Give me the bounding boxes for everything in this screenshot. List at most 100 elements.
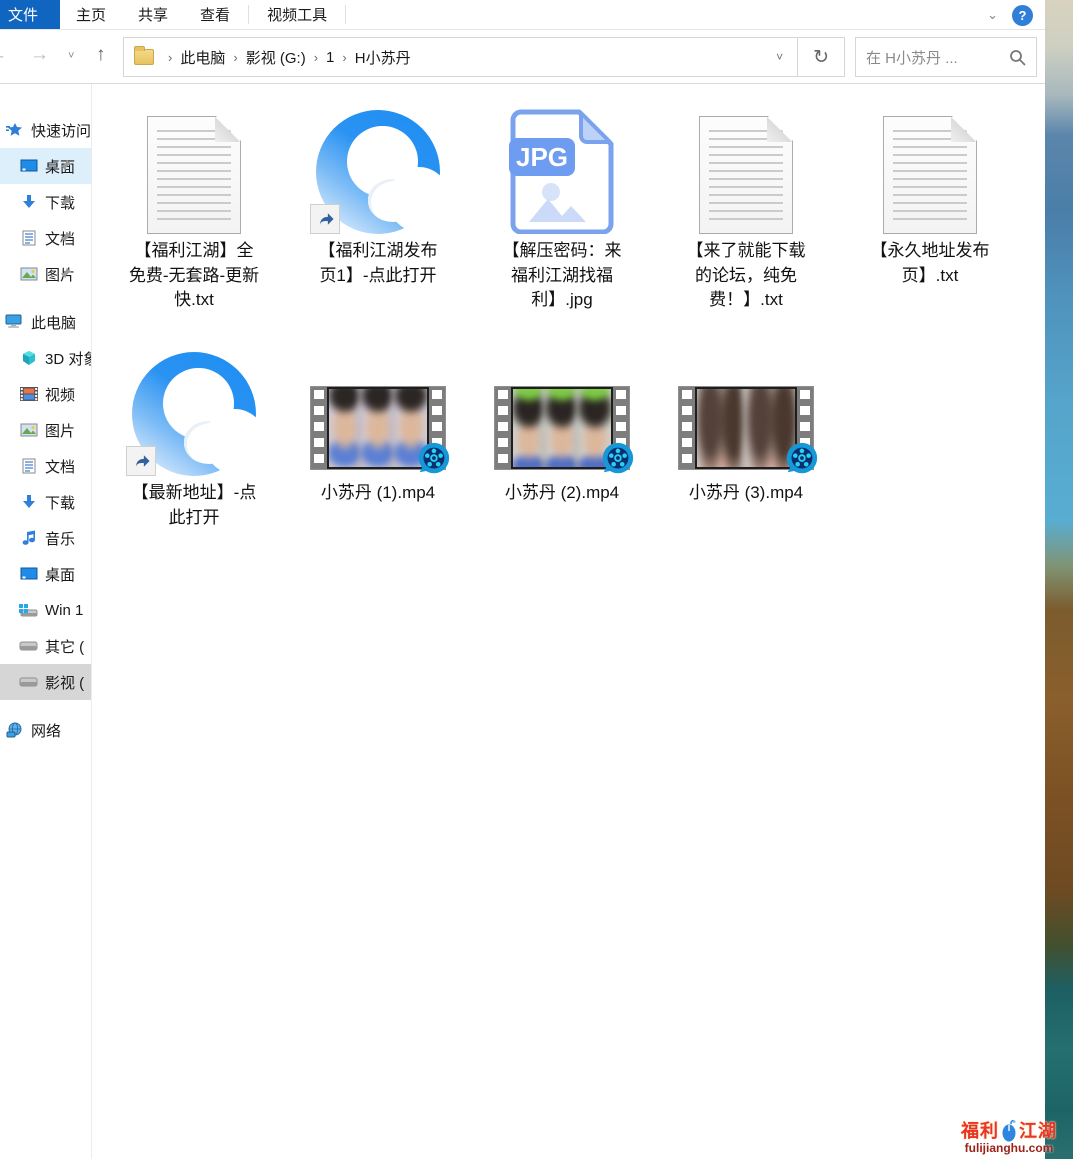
downloads-icon <box>19 494 38 511</box>
windows-drive-icon <box>19 602 38 619</box>
forward-icon[interactable]: → <box>30 44 49 66</box>
sidebar-item-desktop-pinned[interactable]: 桌面 <box>0 148 91 184</box>
desktop-icon <box>19 158 38 175</box>
search-icon[interactable] <box>1009 49 1026 66</box>
sidebar-item-music[interactable]: 音乐 <box>0 520 91 556</box>
sidebar-item-label: 快速访问 <box>31 120 91 141</box>
file-item[interactable]: 【福利江湖】全免费-无套路-更新快.txt <box>102 94 286 336</box>
sidebar-item-downloads-pinned[interactable]: 下载 <box>0 184 91 220</box>
sidebar-item-downloads[interactable]: 下载 <box>0 484 91 520</box>
desktop-icon <box>19 566 38 583</box>
sidebar-item-label: 3D 对象 <box>45 348 91 369</box>
text-file-icon <box>883 116 977 234</box>
navigation-toolbar: ← → ˅ ↑ › 此电脑 › 影视 (G:) › 1 › H小苏丹 ˅ ↻ <box>0 30 1045 84</box>
breadcrumb-folder-1[interactable]: 1 <box>326 49 334 66</box>
breadcrumb-drive-g[interactable]: 影视 (G:) <box>246 47 306 68</box>
sidebar-item-pictures[interactable]: 图片 <box>0 412 91 448</box>
pin-icon <box>59 158 73 172</box>
sidebar-item-3d-objects[interactable]: 3D 对象 <box>0 340 91 376</box>
sidebar-item-label: 影视 ( <box>45 672 84 693</box>
back-icon[interactable]: ← <box>0 44 7 66</box>
tab-view[interactable]: 查看 <box>184 0 246 29</box>
sidebar-item-pictures-pinned[interactable]: 图片 <box>0 256 91 292</box>
file-item[interactable]: 【最新地址】-点此打开 <box>102 336 286 578</box>
file-name: 小苏丹 (1).mp4 <box>296 481 460 506</box>
file-name: 【最新地址】-点此打开 <box>127 481 261 530</box>
sidebar-item-desktop[interactable]: 桌面 <box>0 556 91 592</box>
address-bar[interactable]: › 此电脑 › 影视 (G:) › 1 › H小苏丹 ˅ ↻ <box>123 37 845 77</box>
file-item[interactable]: 小苏丹 (3).mp4 <box>654 336 838 578</box>
search-box[interactable]: 在 H小苏丹 ... <box>855 37 1037 77</box>
watermark-text: 江湖 <box>1019 1117 1057 1143</box>
filmstrip-sprockets <box>495 387 511 469</box>
sidebar-item-network[interactable]: 网络 <box>0 712 91 748</box>
pin-icon <box>59 266 73 280</box>
tab-home[interactable]: 主页 <box>60 0 122 29</box>
help-icon[interactable]: ? <box>1012 5 1033 26</box>
file-name: 小苏丹 (2).mp4 <box>480 481 644 506</box>
sidebar-item-label: 文档 <box>45 456 75 477</box>
network-icon <box>5 722 24 739</box>
tab-share[interactable]: 共享 <box>122 0 184 29</box>
file-item[interactable]: 小苏丹 (1).mp4 <box>286 336 470 578</box>
watermark-url: fulijianghu.com <box>951 1141 1067 1155</box>
sidebar-item-drive-other[interactable]: 其它 ( <box>0 628 91 664</box>
history-chevron-icon[interactable]: ˅ <box>68 50 74 62</box>
video-thumbnail <box>310 386 446 470</box>
sidebar-item-documents-pinned[interactable]: 文档 <box>0 220 91 256</box>
mouse-icon <box>1001 1118 1017 1142</box>
breadcrumb-this-pc[interactable]: 此电脑 <box>180 47 225 68</box>
sidebar-item-documents[interactable]: 文档 <box>0 448 91 484</box>
breadcrumb-chevron-icon: › <box>225 50 245 65</box>
pin-icon <box>59 230 73 244</box>
svg-text:JPG: JPG <box>516 142 568 172</box>
sidebar-item-label: 其它 ( <box>45 636 84 657</box>
filmstrip-sprockets <box>679 387 695 469</box>
breadcrumb-current-folder[interactable]: H小苏丹 <box>355 47 411 68</box>
sidebar-item-quick-access[interactable]: 快速访问 <box>0 112 91 148</box>
address-dropdown-icon[interactable]: ˅ <box>762 50 797 64</box>
sidebar-item-label: Win 1 <box>45 602 83 619</box>
file-item[interactable]: 小苏丹 (2).mp4 <box>470 336 654 578</box>
refresh-icon[interactable]: ↻ <box>798 46 844 69</box>
text-file-icon <box>699 116 793 234</box>
sidebar-item-drive-c[interactable]: Win 1 <box>0 592 91 628</box>
shortcut-arrow-icon <box>310 204 340 234</box>
documents-icon <box>19 458 38 475</box>
tab-video-tools[interactable]: 视频工具 <box>251 0 343 29</box>
breadcrumb-chevron-icon: › <box>160 50 180 65</box>
explorer-window: 文件 主页 共享 查看 视频工具 ⌄ ? ← → ˅ ↑ › 此电脑 › 影视 … <box>0 0 1045 1159</box>
sidebar-item-label: 音乐 <box>45 528 75 549</box>
watermark: 福利 江湖 fulijianghu.com <box>951 1117 1067 1155</box>
sidebar-item-label: 视频 <box>45 384 75 405</box>
videos-icon <box>19 386 38 403</box>
text-file-icon <box>147 116 241 234</box>
sidebar-item-this-pc[interactable]: 此电脑 <box>0 304 91 340</box>
file-item[interactable]: 【来了就能下载的论坛，纯免费！】.txt <box>654 94 838 336</box>
filmstrip-sprockets <box>311 387 327 469</box>
file-item[interactable]: 【永久地址发布页】.txt <box>838 94 1022 336</box>
sidebar-item-drive-movies[interactable]: 影视 ( <box>0 664 91 700</box>
sidebar-item-videos[interactable]: 视频 <box>0 376 91 412</box>
quick-access-icon <box>5 122 24 139</box>
pictures-icon <box>19 266 38 283</box>
up-icon[interactable]: ↑ <box>96 44 106 66</box>
tab-separator <box>345 5 346 24</box>
file-name: 【福利江湖发布页1】-点此打开 <box>311 239 445 288</box>
file-name: 小苏丹 (3).mp4 <box>664 481 828 506</box>
media-player-badge-icon <box>598 440 636 478</box>
folder-icon <box>134 49 154 65</box>
this-pc-icon <box>5 314 24 331</box>
media-player-badge-icon <box>782 440 820 478</box>
shortcut-arrow-icon <box>126 446 156 476</box>
tab-file[interactable]: 文件 <box>0 0 60 29</box>
tab-separator <box>248 5 249 24</box>
file-list-area[interactable]: 【福利江湖】全免费-无套路-更新快.txt 【福利江湖发 <box>92 84 1045 1159</box>
file-item[interactable]: 【福利江湖发布页1】-点此打开 <box>286 94 470 336</box>
3d-objects-icon <box>19 350 38 367</box>
file-item[interactable]: JPG 【解压密码：来福利江湖找福利】.jpg <box>470 94 654 336</box>
breadcrumb-chevron-icon: › <box>306 50 326 65</box>
file-name: 【福利江湖】全免费-无套路-更新快.txt <box>127 239 261 313</box>
documents-icon <box>19 230 38 247</box>
ribbon-collapse-icon[interactable]: ⌄ <box>987 7 998 23</box>
